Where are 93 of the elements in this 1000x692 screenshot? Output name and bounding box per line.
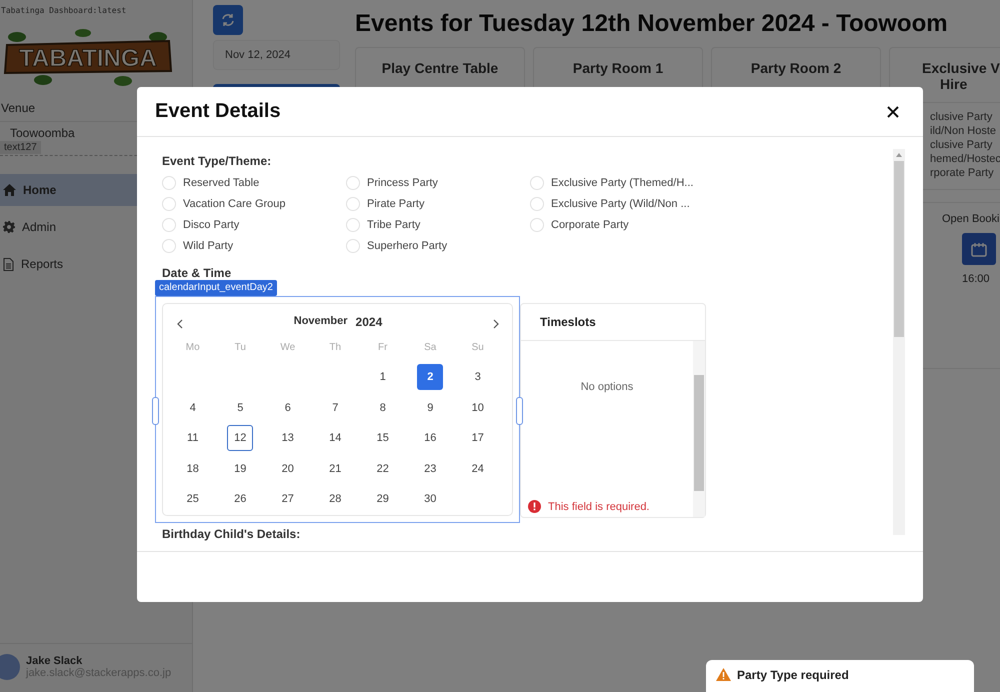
close-icon[interactable]: [885, 104, 901, 120]
panel-title: Timeslots: [540, 315, 596, 329]
empty-message: No options: [580, 381, 634, 393]
home-icon: [3, 184, 16, 196]
calendar-day[interactable]: 4: [180, 394, 206, 421]
time-label: 16:00: [962, 273, 990, 285]
calendar-day[interactable]: 13: [274, 425, 301, 452]
error-icon: [528, 500, 541, 513]
scrollbar[interactable]: [693, 341, 705, 517]
refresh-icon: [221, 13, 235, 27]
calendar-day[interactable]: 29: [370, 486, 396, 512]
event-type-text: rporate Party: [930, 167, 995, 179]
radio-option[interactable]: Pirate Party: [346, 193, 530, 214]
weekday-label: Fr: [377, 341, 388, 355]
dialog-title: Event Details: [155, 100, 281, 123]
year-label: 2024: [356, 315, 382, 329]
column-title: Exclusive V: [921, 60, 1000, 76]
calendar-day[interactable]: 23: [417, 456, 444, 482]
calendar-day[interactable]: 5: [227, 394, 254, 421]
calendar-day[interactable]: 3: [464, 364, 491, 390]
event-type-text: ild/Non Hoste: [930, 125, 998, 137]
radio-option[interactable]: Corporate Party: [530, 214, 720, 235]
gear-icon: [3, 221, 15, 233]
weekday-label: Mo: [184, 341, 201, 355]
calendar-day[interactable]: 24: [464, 456, 491, 482]
radio-option[interactable]: Princess Party: [346, 172, 530, 193]
next-month-icon[interactable]: [492, 317, 500, 327]
calendar-button[interactable]: [962, 233, 996, 265]
calendar-day[interactable]: 18: [180, 456, 206, 482]
calendar-day[interactable]: 10: [464, 394, 491, 421]
previous-month-icon[interactable]: [176, 317, 184, 327]
calendar-day[interactable]: 16: [417, 425, 444, 452]
column-title: Party Room 2: [750, 60, 842, 76]
column-title: Play Centre Table: [380, 60, 500, 76]
warning-icon: [716, 668, 731, 681]
weekday-label: Tu: [234, 341, 247, 355]
radio-option[interactable]: Tribe Party: [346, 214, 530, 235]
debug-tag: calendarInput_eventDay2: [155, 280, 277, 296]
month-label: November: [294, 315, 348, 329]
scroll-up-icon[interactable]: [896, 153, 902, 157]
calendar-day[interactable]: 15: [370, 425, 396, 452]
calendar-day[interactable]: 28: [322, 486, 348, 512]
scrollbar[interactable]: [893, 149, 905, 535]
calendar-day[interactable]: 1: [370, 364, 396, 390]
radio-option[interactable]: Exclusive Party (Themed/H...: [530, 172, 720, 193]
calendar-day[interactable]: 7: [322, 394, 348, 421]
venue-label: Venue: [1, 101, 36, 115]
weekday-label: Sa: [423, 341, 438, 355]
radio-option[interactable]: Disco Party: [162, 214, 346, 235]
calendar-day[interactable]: 14: [322, 425, 348, 452]
calendar-day[interactable]: 12: [227, 425, 254, 452]
column-title: Hire: [939, 76, 968, 92]
open-booking-label: Open Booki: [942, 213, 1000, 225]
resize-handle[interactable]: [152, 397, 159, 425]
toast-title: Party Type required: [737, 668, 849, 682]
section-label: Date & Time: [162, 266, 232, 280]
error-message: This field is required.: [548, 500, 650, 512]
calendar-day[interactable]: 25: [180, 486, 206, 512]
calendar-day[interactable]: 19: [227, 456, 254, 482]
weekday-label: We: [279, 341, 296, 355]
weekday-label: Su: [470, 341, 485, 355]
user-name: Jake Slack: [26, 655, 84, 667]
calendar-icon: [971, 242, 987, 256]
calendar-day[interactable]: 6: [274, 394, 301, 421]
build-label: Tabatinga Dashboard:latest: [1, 6, 126, 15]
calendar-day[interactable]: 9: [417, 394, 444, 421]
calendar-day[interactable]: 17: [464, 425, 491, 452]
calendar-day[interactable]: 30: [417, 486, 444, 512]
radio-option[interactable]: Wild Party: [162, 235, 346, 256]
debug-tag: text127: [0, 141, 41, 154]
calendar-day[interactable]: 20: [274, 456, 301, 482]
section-label: Event Type/Theme:: [162, 154, 272, 168]
logo-text: TABATINGA: [19, 45, 157, 72]
avatar: [0, 654, 20, 680]
resize-handle[interactable]: [516, 397, 523, 425]
calendar-day[interactable]: 21: [322, 456, 348, 482]
date-field[interactable]: Nov 12, 2024: [213, 40, 340, 70]
event-type-text: clusive Party: [930, 111, 994, 123]
radio-option[interactable]: Exclusive Party (Wild/Non ...: [530, 193, 720, 214]
calendar-day[interactable]: 8: [370, 394, 396, 421]
document-icon: [3, 258, 14, 270]
event-type-text: clusive Party: [930, 139, 994, 151]
calendar-day[interactable]: 26: [227, 486, 254, 512]
weekday-label: Th: [328, 341, 342, 355]
calendar-day[interactable]: 2: [417, 364, 444, 390]
radio-option[interactable]: Superhero Party: [346, 235, 530, 256]
calendar-day[interactable]: 27: [274, 486, 301, 512]
section-label: Birthday Child's Details:: [162, 527, 302, 541]
column-title: Party Room 1: [572, 60, 664, 76]
page-title: Events for Tuesday 12th November 2024 - Toowoom: [355, 10, 949, 38]
calendar-day[interactable]: 11: [180, 425, 206, 452]
calendar-day[interactable]: 22: [370, 456, 396, 482]
refresh-button[interactable]: [213, 5, 243, 35]
